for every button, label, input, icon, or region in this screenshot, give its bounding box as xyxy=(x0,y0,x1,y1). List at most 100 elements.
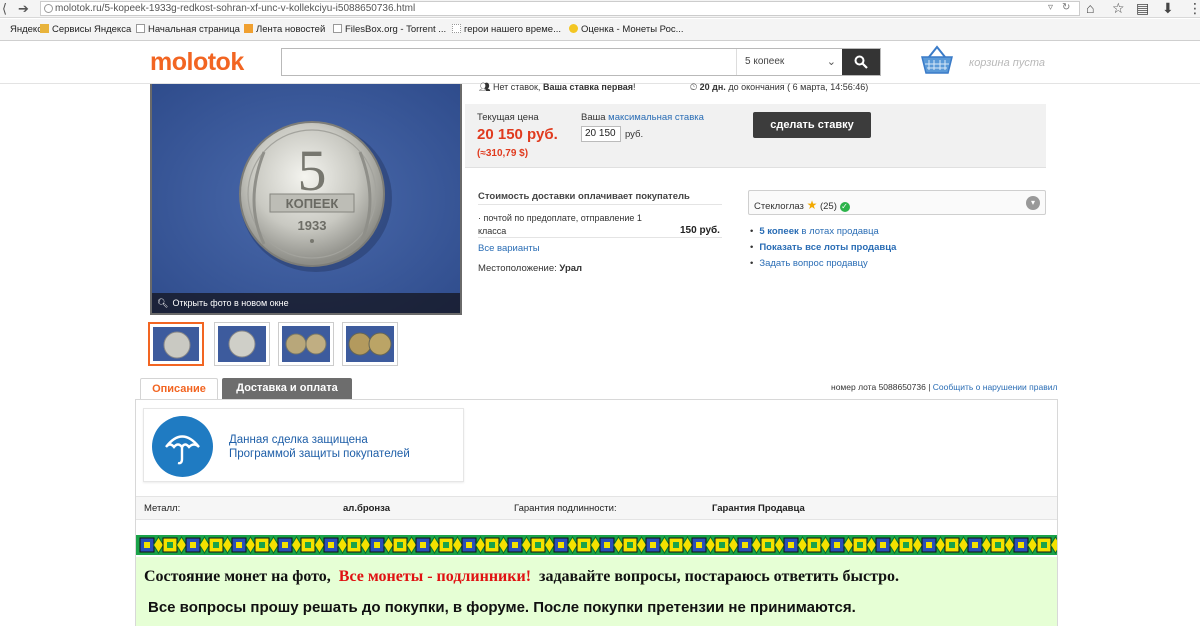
all-shipping-variants-link[interactable]: Все варианты xyxy=(478,243,540,254)
seller-box[interactable]: Стеклоглаз ★ (25) ✓ ▾ xyxy=(748,190,1046,215)
report-violation-link[interactable]: Сообщить о нарушении правил xyxy=(933,382,1058,392)
back-icon[interactable]: ⟨ xyxy=(2,1,7,17)
bookmark-yandex[interactable]: Яндекс xyxy=(0,24,42,35)
open-photo-link[interactable]: 🔍︎ Открыть фото в новом окне xyxy=(152,293,460,313)
bookmark-start-page[interactable]: Начальная страница xyxy=(136,24,240,35)
lot-number: номер лота 5088650736 xyxy=(831,382,926,392)
lot-info: номер лота 5088650736 | Сообщить о наруш… xyxy=(831,382,1058,392)
star-icon: ★ xyxy=(806,198,818,212)
page-icon xyxy=(452,24,461,33)
svg-text:1933: 1933 xyxy=(298,218,327,233)
thumbnail[interactable] xyxy=(342,322,398,366)
bookmark-coins[interactable]: Оценка - Монеты Рос... xyxy=(569,24,684,35)
folder-icon xyxy=(40,24,49,33)
bookmarks-list-icon[interactable]: ▤ xyxy=(1136,0,1149,17)
price-box: Текущая цена 20 150 руб. (≈310,79 $) Ваш… xyxy=(465,104,1046,168)
product-photo[interactable]: 5 КОПЕЕК 1933 🔍︎ Открыть фото в новом окн… xyxy=(150,84,462,315)
search-icon xyxy=(854,55,868,69)
protection-line-2: Программой защиты покупателей xyxy=(229,448,410,460)
coin-thumb-image xyxy=(163,331,191,359)
bookmark-filesbox[interactable]: FilesBox.org - Torrent ... xyxy=(333,24,446,35)
item-location: Местоположение: Урал xyxy=(478,263,583,274)
seller-all-lots-link[interactable]: • Показать все лоты продавца xyxy=(750,240,896,256)
notice-line-1: Состояние монет на фото, Все монеты - по… xyxy=(144,568,900,585)
max-bid-link[interactable]: максимальная ставка xyxy=(608,112,704,123)
ask-seller-link[interactable]: • Задать вопрос продавцу xyxy=(750,256,896,272)
metal-label: Металл: xyxy=(144,503,181,514)
place-bid-button[interactable]: сделать ставку xyxy=(753,112,871,138)
page-icon xyxy=(333,24,342,33)
svg-text:5: 5 xyxy=(298,138,327,203)
cart-link[interactable] xyxy=(920,45,954,77)
star-icon[interactable]: ☆ xyxy=(1112,0,1125,17)
download-icon[interactable]: ⬇ xyxy=(1162,0,1174,17)
browser-address-bar: ⟨ ➔ molotok.ru/5-kopeek-1933g-redkost-so… xyxy=(0,0,1200,18)
tab-delivery[interactable]: Доставка и оплата xyxy=(222,378,352,399)
tab-description[interactable]: Описание xyxy=(140,378,218,399)
shipping-price: 150 руб. xyxy=(680,225,720,236)
smiley-icon xyxy=(569,24,578,33)
search-input[interactable] xyxy=(282,49,732,75)
divider xyxy=(478,204,722,205)
page-icon xyxy=(136,24,145,33)
globe-icon xyxy=(44,4,53,13)
yandex-icon xyxy=(0,24,7,33)
thumbnail[interactable] xyxy=(214,322,270,366)
shipping-title: Стоимость доставки оплачивает покупатель xyxy=(478,191,690,202)
seller-lots-category-link[interactable]: • 5 копеек в лотах продавца xyxy=(750,224,896,240)
coin-thumb-image xyxy=(348,332,392,356)
shipping-option: · почтой по предоплате, отправление 1 кл… xyxy=(478,213,642,236)
chevron-down-icon[interactable]: ▾ xyxy=(1026,196,1040,210)
site-header: molotok 5 копеек ⌄ корзина пуста xyxy=(0,42,1200,84)
search-button[interactable] xyxy=(842,49,880,75)
item-properties: Металл: ал.бронза Гарантия подлинности: … xyxy=(136,496,1057,520)
chevron-down-icon: ⌄ xyxy=(826,56,836,68)
max-bid-label: Ваша максимальная ставка xyxy=(581,112,704,123)
guarantee-value: Гарантия Продавца xyxy=(712,503,805,514)
auction-end: 🕒︎ 20 дн. до окончания ( 6 марта, 14:56:… xyxy=(690,82,869,92)
divider xyxy=(478,237,722,238)
bids-status: 👥︎ Нет ставок, Ваша ставка первая! xyxy=(479,82,636,92)
bookmark-news-feed[interactable]: Лента новостей xyxy=(244,24,325,35)
url-field[interactable]: molotok.ru/5-kopeek-1933g-redkost-sohran… xyxy=(40,1,1080,16)
seller-links: • 5 копеек в лотах продавца • Показать все… xyxy=(750,224,896,272)
clock-icon: 🕒︎ xyxy=(690,82,698,92)
guarantee-label: Гарантия подлинности: xyxy=(514,503,617,514)
bookmark-yandex-services[interactable]: Сервисы Яндекса xyxy=(40,24,131,35)
bid-amount-input[interactable]: 20 150 xyxy=(581,126,621,142)
search-bar: 5 копеек ⌄ xyxy=(281,48,881,76)
menu-icon[interactable]: ⋮ xyxy=(1188,0,1200,17)
coin-image: 5 КОПЕЕК 1933 xyxy=(152,84,460,313)
search-category-value: 5 копеек xyxy=(745,56,785,67)
metal-value: ал.бронза xyxy=(343,503,391,514)
umbrella-icon xyxy=(152,416,213,477)
forward-icon[interactable]: ➔ xyxy=(18,1,29,17)
bookmark-heroes[interactable]: герои нашего време... xyxy=(452,24,561,35)
protection-line-1: Данная сделка защищена xyxy=(229,434,368,446)
dropdown-icon[interactable]: ▿ xyxy=(1048,2,1053,13)
search-category-select[interactable]: 5 копеек ⌄ xyxy=(736,49,842,75)
authentic-claim: Все монеты - подлинники! xyxy=(338,568,532,585)
seller-rating: (25) xyxy=(819,201,837,212)
svg-text:КОПЕЕК: КОПЕЕК xyxy=(286,196,339,211)
coin-thumb-image xyxy=(285,333,327,355)
buyer-protection-banner[interactable]: Данная сделка защищена Программой защиты… xyxy=(143,408,464,482)
thumbnail[interactable] xyxy=(278,322,334,366)
cart-status[interactable]: корзина пуста xyxy=(969,57,1045,69)
verified-icon: ✓ xyxy=(839,202,850,212)
magnifier-icon: 🔍︎ xyxy=(157,298,169,308)
site-logo[interactable]: molotok xyxy=(150,48,244,77)
bid-currency: руб. xyxy=(625,129,644,140)
notice-line-2: Все вопросы прошу решать до покупки, в ф… xyxy=(148,599,856,616)
home-icon[interactable]: ⌂ xyxy=(1086,0,1094,16)
url-text: molotok.ru/5-kopeek-1933g-redkost-sohran… xyxy=(55,3,416,14)
current-price-usd: (≈310,79 $) xyxy=(477,148,529,159)
seller-name[interactable]: Стеклоглаз xyxy=(754,201,804,212)
people-icon: 👥︎ xyxy=(479,82,491,92)
thumbnail[interactable] xyxy=(148,322,204,366)
reload-icon[interactable]: ↻ xyxy=(1062,2,1070,13)
seller-notice: Состояние монет на фото, Все монеты - по… xyxy=(136,557,1057,626)
current-price: 20 150 руб. xyxy=(477,126,558,143)
decorative-border xyxy=(136,535,1057,555)
basket-icon xyxy=(921,45,953,74)
